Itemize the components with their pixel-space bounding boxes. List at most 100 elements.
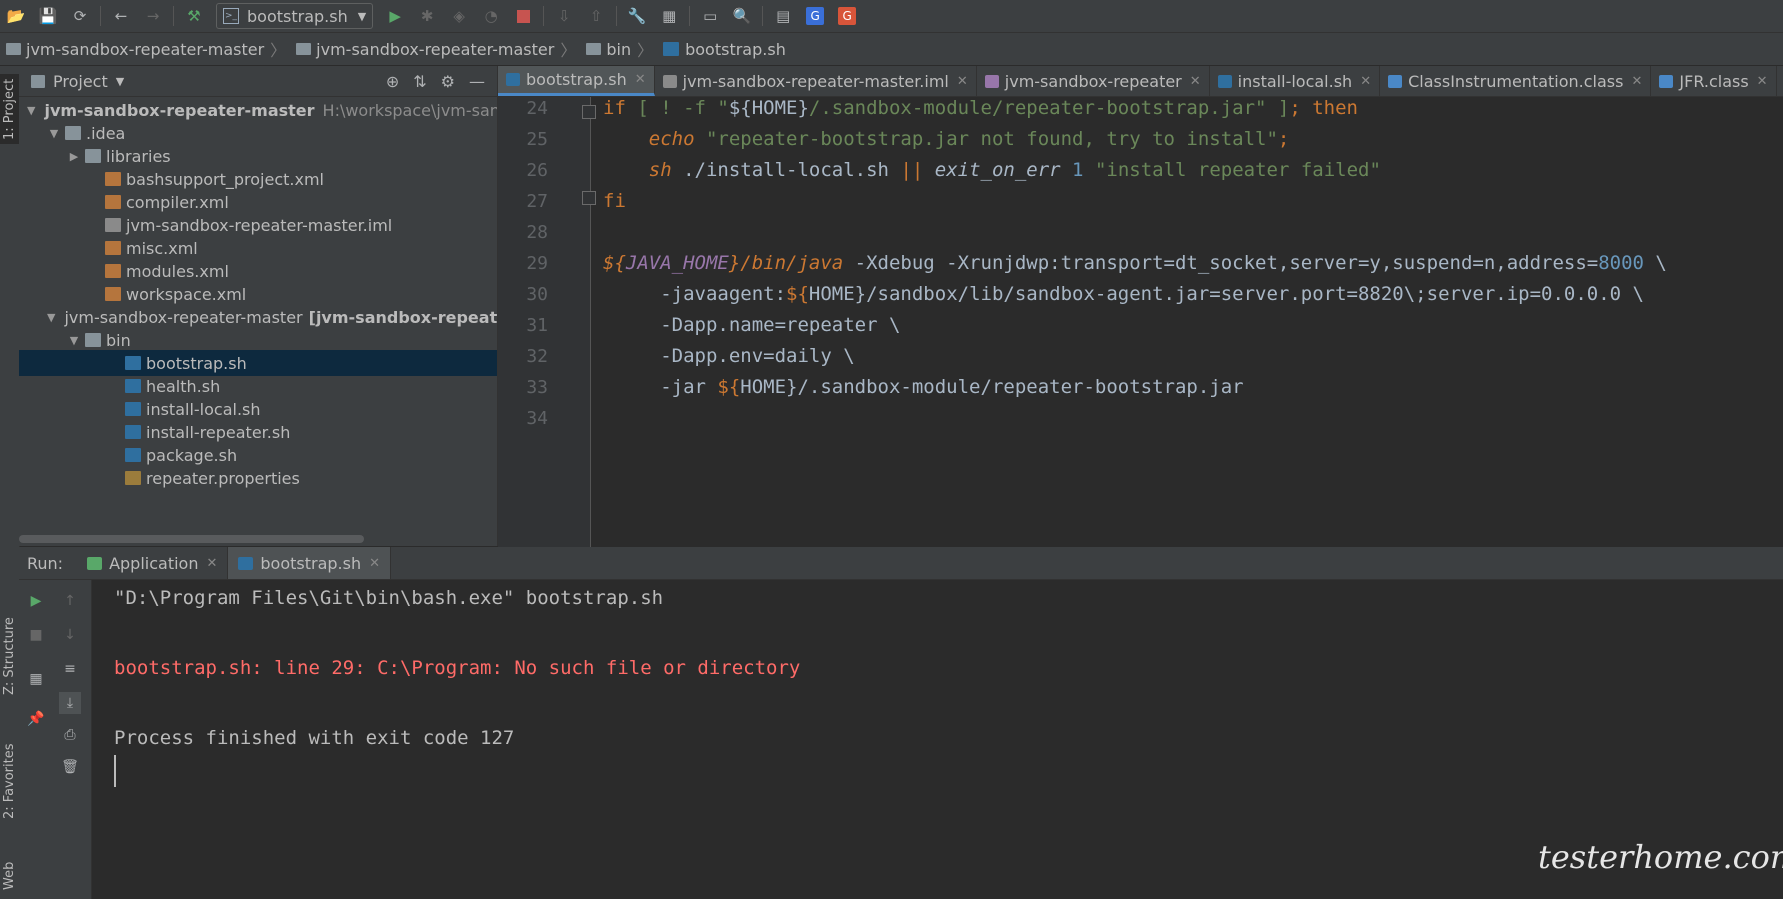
folder-file-icon [85,333,101,347]
run-configuration-select[interactable]: >_ bootstrap.sh ▼ [216,3,374,29]
breadcrumb-item-module[interactable]: jvm-sandbox-repeater-master 〉 [290,37,580,61]
expanded-arrow-icon[interactable]: ▼ [47,311,55,324]
close-icon[interactable]: ✕ [957,74,968,89]
fold-marker-icon[interactable] [582,105,596,119]
editor-tab-label: jvm-sandbox-repeater-master.iml [682,71,949,91]
soft-wrap-icon[interactable]: ≡ [59,658,81,680]
terminal-icon[interactable]: ▭ [697,3,723,29]
tool-tab-favorites[interactable]: 2: Favorites [0,731,19,831]
translate-icon[interactable]: G [802,3,828,29]
breadcrumb-item-bin[interactable]: bin 〉 [580,37,657,61]
save-icon[interactable]: 💾 [35,3,61,29]
breadcrumb-item-file[interactable]: bootstrap.sh [657,40,790,59]
code-token: 1 [1060,159,1084,181]
trash-icon[interactable]: 🗑 [59,756,81,778]
locate-target-icon[interactable]: ⊕ [386,72,399,91]
toolbar-divider [762,6,764,26]
search-icon[interactable]: 🔍 [729,3,755,29]
run-panel: Run: Application ✕ bootstrap.sh ✕ ▶ ↑ ■ ↓ ≡… [19,547,1783,899]
scroll-down-icon[interactable]: ↓ [59,624,81,646]
code-token: ./install-local.sh [671,159,901,181]
coverage-icon[interactable]: ◈ [446,3,472,29]
tree-horizontal-scrollbar[interactable] [19,535,364,543]
expanded-arrow-icon[interactable]: ▼ [67,334,81,347]
sh-file-icon [125,448,141,462]
close-icon[interactable]: ✕ [206,556,217,571]
line-number: 30 [526,284,548,305]
collapsed-arrow-icon[interactable]: ▶ [67,150,81,163]
run-tab[interactable]: Application ✕ [77,547,229,579]
gear-icon[interactable]: ⚙ [441,72,455,91]
back-arrow-icon[interactable]: ← [108,3,134,29]
code-token: JAVA_HOME [625,252,729,274]
close-icon[interactable]: ✕ [369,556,380,571]
close-icon[interactable]: ✕ [1360,74,1371,89]
tree-item-label: install-local.sh [146,399,261,419]
close-icon[interactable]: ✕ [1190,74,1201,89]
run-icon[interactable]: ▶ [382,3,408,29]
project-view-selector[interactable]: Project ▼ [31,72,124,91]
line-number: 25 [526,129,548,150]
close-icon[interactable]: ✕ [635,72,646,87]
rerun-icon[interactable]: ▶ [25,590,47,612]
console-error-line: bootstrap.sh: line 29: C:\Program: No su… [114,657,801,679]
file-type-icon [984,74,999,88]
editor-tab[interactable]: ClassInstrumentation.class ✕ [1380,66,1652,96]
vcs-update-icon[interactable]: ⇩ [551,3,577,29]
expanded-arrow-icon[interactable]: ▼ [47,127,61,140]
open-folder-icon[interactable]: 📂 [3,3,29,29]
tree-item-label: package.sh [146,445,238,465]
close-icon[interactable]: ✕ [1631,74,1642,89]
breadcrumb-item-project[interactable]: jvm-sandbox-repeater-master 〉 [0,37,290,61]
scroll-to-end-icon[interactable]: ⤓ [59,692,81,714]
tool-tab-structure[interactable]: Z: Structure [0,606,19,706]
translate-red-icon[interactable]: G [834,3,860,29]
forward-arrow-icon[interactable]: → [140,3,166,29]
file-type-icon [662,74,677,88]
tree-item-label: modules.xml [126,261,229,281]
code-token: [ ! -f " [637,97,729,119]
code-token: -Xdebug -Xrunjdwp:transport=dt_socket,se… [843,252,1599,274]
tree-item-label: misc.xml [126,238,198,258]
sync-icon[interactable]: ⟳ [67,3,93,29]
project-view-icon [31,74,45,88]
xml-file-icon [105,241,121,255]
project-structure-icon[interactable]: ▦ [656,3,682,29]
build-hammer-icon[interactable]: ⚒ [181,3,207,29]
vcs-commit-icon[interactable]: ⇧ [583,3,609,29]
profile-icon[interactable]: ◔ [478,3,504,29]
task-icon[interactable]: ▤ [770,3,796,29]
tool-tab-project[interactable]: 1: Project [0,74,19,144]
code-line: fi [603,184,626,219]
code-editor[interactable]: 24 25 26 27 28 29 30 31 32 33 34 if [ ! -f "${HOME… [498,97,1783,547]
fold-marker-icon[interactable] [582,191,596,205]
pin-icon[interactable]: 📌 [25,708,47,730]
print-icon[interactable]: ⎙ [59,724,81,746]
line-number: 32 [526,346,548,367]
sh-file-icon [125,402,141,416]
hide-panel-icon[interactable]: — [469,72,485,91]
watermark: testerhome.com [1538,838,1783,876]
settings-wrench-icon[interactable]: 🔧 [624,3,650,29]
tree-item-label: bootstrap.sh [146,353,247,373]
run-tab-bar: Run: Application ✕ bootstrap.sh ✕ [19,547,1783,580]
scroll-up-icon[interactable]: ↑ [59,590,81,612]
stop-icon[interactable] [510,3,536,29]
tree-item-label: jvm-sandbox-repeater-master.iml [126,215,393,235]
stop-icon[interactable]: ■ [25,624,47,646]
run-tab[interactable]: bootstrap.sh ✕ [228,547,392,579]
code-token: /.sandbox-module/repeater-bootstrap.jar"… [808,97,1290,119]
code-token: ; then [1289,97,1358,119]
tool-tab-web[interactable]: Web [0,856,19,896]
debug-bug-icon[interactable]: ✱ [414,3,440,29]
tree-item[interactable]: repeater.properties [19,465,497,491]
code-token: ${HOME} [728,97,809,119]
layout-icon[interactable]: ▦ [25,668,47,690]
collapse-all-icon[interactable]: ⇅ [413,72,426,91]
editor-tab-label: ClassInstrumentation.class [1408,71,1624,91]
file-type-icon [1217,74,1232,88]
close-icon[interactable]: ✕ [1757,74,1768,89]
expanded-arrow-icon[interactable]: ▼ [27,104,35,117]
tree-item-label: bashsupport_project.xml [126,169,324,189]
editor-tab[interactable]: JFR.class ✕ [1651,66,1777,96]
